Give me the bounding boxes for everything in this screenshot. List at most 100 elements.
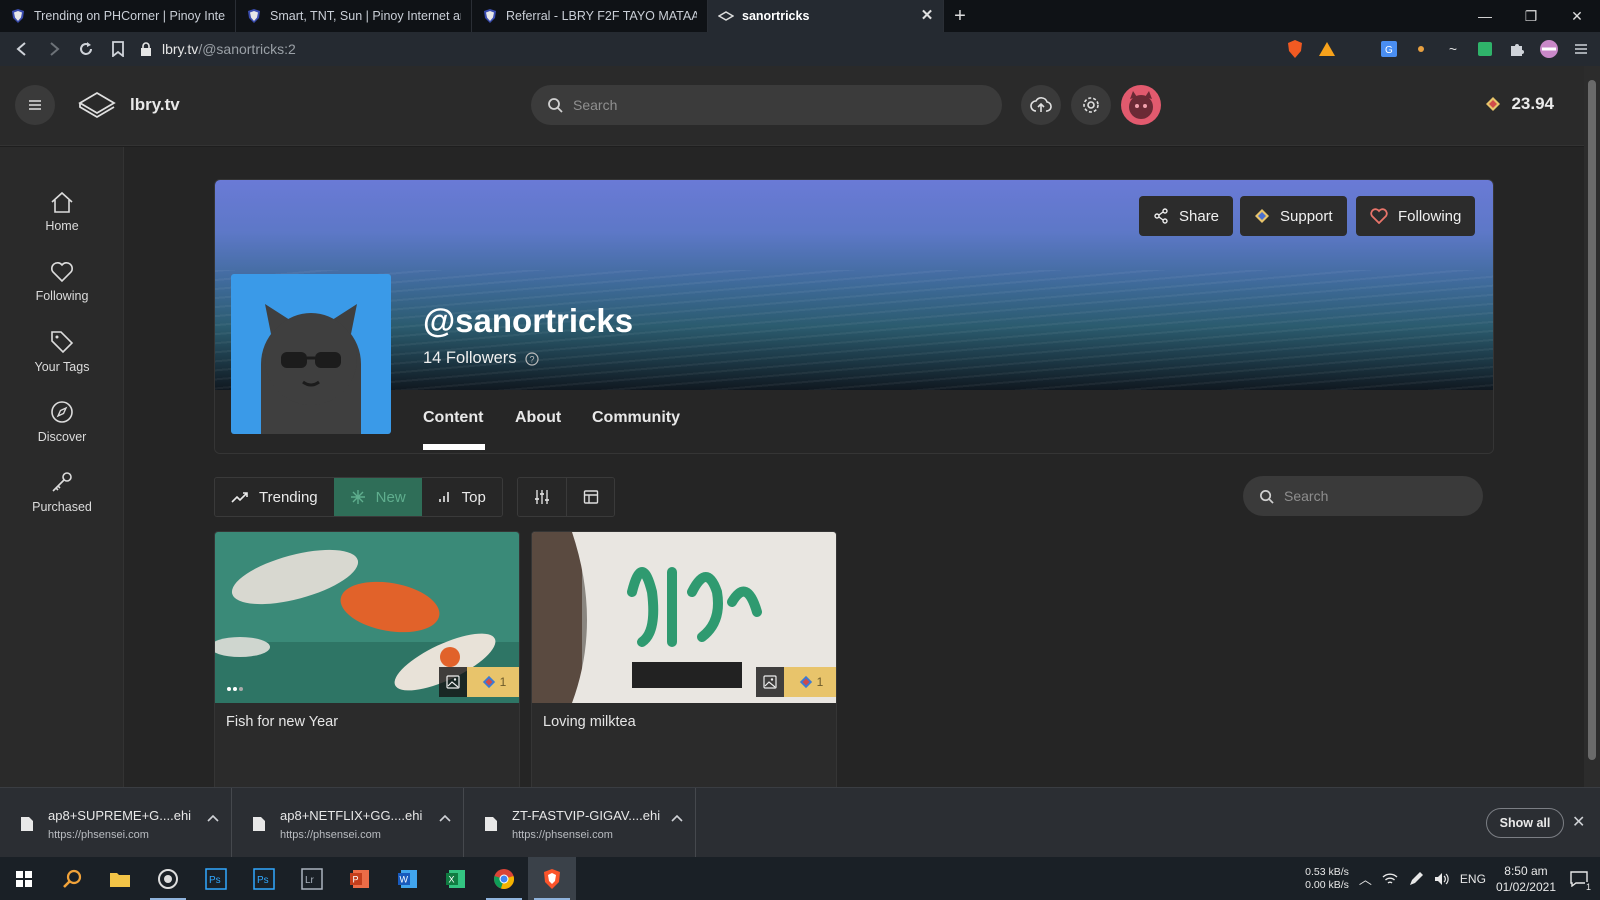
- image-type-icon: [756, 667, 784, 697]
- chrome-icon[interactable]: [480, 857, 528, 900]
- browser-tab[interactable]: Referral - LBRY F2F TAYO MATAAS VAL: [472, 0, 708, 32]
- following-button[interactable]: Following: [1356, 196, 1476, 236]
- filter-options-button[interactable]: [518, 478, 566, 516]
- extension-dot-icon[interactable]: [1410, 38, 1432, 60]
- brave-rewards-icon[interactable]: [1316, 38, 1338, 60]
- extension-shield-icon[interactable]: [1474, 38, 1496, 60]
- brave-shield-icon: [484, 9, 496, 23]
- file-icon: [21, 817, 33, 831]
- lightroom-icon[interactable]: Lr: [288, 857, 336, 900]
- sidebar-item-discover[interactable]: Discover: [0, 391, 124, 453]
- sort-top-button[interactable]: Top: [421, 478, 502, 516]
- upload-button[interactable]: [1021, 85, 1061, 125]
- content-card[interactable]: 1 Fish for new Year: [214, 531, 520, 787]
- card-title: Fish for new Year: [226, 714, 339, 730]
- tab-community[interactable]: Community: [592, 409, 680, 427]
- hamburger-menu-button[interactable]: [15, 85, 55, 125]
- download-item[interactable]: ap8+NETFLIX+GG....ehi https://phsensei.c…: [232, 788, 464, 858]
- search-taskbar-icon[interactable]: [48, 857, 96, 900]
- minimize-icon[interactable]: —: [1462, 0, 1508, 32]
- photoshop-icon[interactable]: Ps: [240, 857, 288, 900]
- tab-about[interactable]: About: [515, 409, 561, 427]
- app-icon[interactable]: [144, 857, 192, 900]
- reload-icon[interactable]: [70, 32, 102, 66]
- search-icon: [548, 98, 563, 113]
- url-domain: lbry.tv: [162, 41, 199, 57]
- app-header: lbry.tv Search 23.94: [0, 66, 1584, 146]
- notifications-icon[interactable]: 1: [1566, 866, 1592, 892]
- volume-icon[interactable]: [1434, 872, 1450, 886]
- scrollbar-thumb[interactable]: [1588, 80, 1596, 760]
- chevron-up-icon[interactable]: [439, 814, 451, 822]
- sidebar-item-purchased[interactable]: Purchased: [0, 461, 124, 523]
- user-avatar[interactable]: [1121, 85, 1161, 125]
- translate-icon[interactable]: G: [1378, 38, 1400, 60]
- sidebar-item-your-tags[interactable]: Your Tags: [0, 321, 124, 383]
- sidebar-item-following[interactable]: Following: [0, 251, 124, 313]
- browser-tab[interactable]: Trending on PHCorner | Pinoy Internet: [0, 0, 236, 32]
- url-field[interactable]: lbry.tv/@sanortricks:2: [140, 36, 1290, 62]
- channel-avatar: [231, 274, 391, 434]
- site-logo[interactable]: lbry.tv: [78, 91, 180, 119]
- chevron-up-icon[interactable]: [671, 814, 683, 822]
- active-tab-indicator: [423, 444, 485, 450]
- window-controls: — ❐ ✕: [1462, 0, 1600, 32]
- chevron-up-icon[interactable]: [207, 814, 219, 822]
- windows-start-icon[interactable]: [0, 857, 48, 900]
- content-card[interactable]: 1 Loving milktea: [531, 531, 837, 787]
- brave-shields-icon[interactable]: [1284, 38, 1306, 60]
- show-all-downloads-button[interactable]: Show all: [1486, 808, 1564, 838]
- page-scrollbar[interactable]: [1584, 66, 1600, 787]
- url-path: /@sanortricks:2: [198, 41, 296, 57]
- close-downloads-icon[interactable]: ✕: [1572, 812, 1585, 832]
- extensions-area: G ~: [1284, 32, 1592, 66]
- browser-tab[interactable]: Smart, TNT, Sun | Pinoy Internet and Te: [236, 0, 472, 32]
- bookmark-icon[interactable]: [102, 32, 134, 66]
- card-title: Loving milktea: [543, 714, 636, 730]
- lock-icon: [141, 42, 151, 56]
- share-button[interactable]: Share: [1139, 196, 1234, 236]
- restore-icon[interactable]: ❐: [1508, 0, 1554, 32]
- wallet-balance[interactable]: 23.94: [1485, 94, 1554, 114]
- sort-new-button[interactable]: New: [333, 478, 422, 516]
- layout-toggle-button[interactable]: [566, 478, 614, 516]
- svg-text:G: G: [1385, 45, 1393, 56]
- header-search-input[interactable]: Search: [531, 85, 1002, 125]
- puzzle-extensions-icon[interactable]: [1506, 38, 1528, 60]
- support-amount-badge: 1: [467, 667, 519, 697]
- new-tab-button[interactable]: +: [944, 0, 976, 32]
- wifi-icon[interactable]: [1382, 872, 1398, 886]
- profile-avatar-icon[interactable]: [1538, 38, 1560, 60]
- channel-name: @sanortricks: [423, 302, 634, 339]
- browser-tab-active[interactable]: sanortricks ✕: [708, 0, 944, 32]
- back-icon[interactable]: [6, 32, 38, 66]
- extension-tilde-icon[interactable]: ~: [1442, 38, 1464, 60]
- tab-content[interactable]: Content: [423, 409, 483, 427]
- browser-tab-bar: Trending on PHCorner | Pinoy Internet Sm…: [0, 0, 1600, 32]
- download-item[interactable]: ap8+SUPREME+G....ehi https://phsensei.co…: [0, 788, 232, 858]
- settings-button[interactable]: [1071, 85, 1111, 125]
- channel-search-input[interactable]: Search: [1243, 476, 1483, 516]
- word-icon[interactable]: W: [384, 857, 432, 900]
- chevron-up-icon[interactable]: ︿: [1359, 869, 1372, 888]
- svg-text:P: P: [353, 874, 359, 884]
- downloads-shelf: ap8+SUPREME+G....ehi https://phsensei.co…: [0, 787, 1600, 858]
- forward-icon[interactable]: [38, 32, 70, 66]
- support-button[interactable]: Support: [1240, 196, 1347, 236]
- excel-icon[interactable]: X: [432, 857, 480, 900]
- brave-browser-icon[interactable]: [528, 857, 576, 900]
- download-item[interactable]: ZT-FASTVIP-GIGAV....ehi https://phsensei…: [464, 788, 696, 858]
- pen-icon[interactable]: [1408, 871, 1424, 887]
- clock[interactable]: 8:50 am 01/02/2021: [1496, 863, 1556, 895]
- language-indicator[interactable]: ENG: [1460, 872, 1486, 886]
- help-icon[interactable]: ?: [524, 351, 539, 366]
- browser-menu-icon[interactable]: [1570, 38, 1592, 60]
- sidebar-item-home[interactable]: Home: [0, 181, 124, 243]
- powerpoint-icon[interactable]: P: [336, 857, 384, 900]
- close-window-icon[interactable]: ✕: [1554, 0, 1600, 32]
- layout-icon: [583, 490, 598, 504]
- close-tab-icon[interactable]: ✕: [919, 8, 935, 24]
- photoshop-icon[interactable]: Ps: [192, 857, 240, 900]
- sort-trending-button[interactable]: Trending: [215, 478, 334, 516]
- file-explorer-icon[interactable]: [96, 857, 144, 900]
